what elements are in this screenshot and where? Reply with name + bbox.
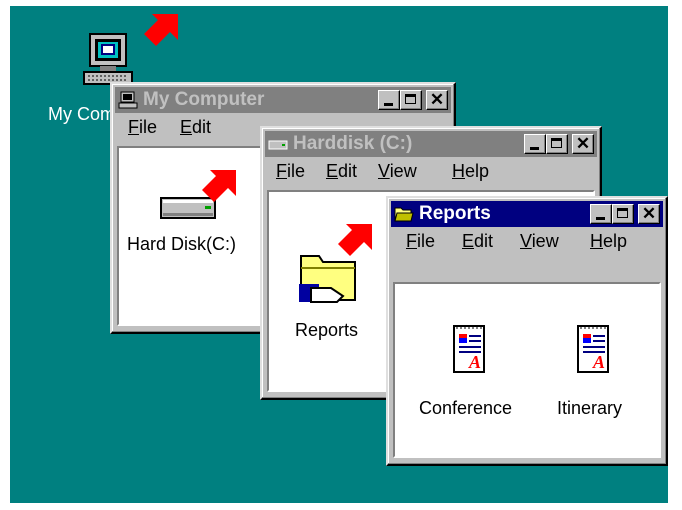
menu-edit[interactable]: Edit — [462, 231, 493, 252]
conference-label: Conference — [419, 398, 513, 418]
window-title: Reports — [419, 203, 491, 224]
itinerary-label: Itinerary — [557, 398, 623, 418]
pointer-arrow-icon — [202, 170, 236, 202]
reports-content: A Conference A Itinerary — [393, 282, 661, 458]
svg-text:A: A — [592, 352, 605, 372]
menu-help[interactable]: Help — [590, 231, 627, 252]
desktop: My Computer My Computer ✕ File Edit Hard… — [10, 6, 668, 503]
window-title: Harddisk (C:) — [293, 133, 413, 154]
menu-file[interactable]: File — [276, 161, 305, 182]
menu-file[interactable]: File — [128, 117, 157, 138]
minimize-button[interactable] — [524, 134, 546, 154]
window-title: My Computer — [143, 89, 265, 110]
hard-disk-item[interactable]: Hard Disk(C:) — [121, 168, 261, 268]
menubar: File Edit View Help — [266, 161, 596, 187]
harddisk-titlebar[interactable]: Harddisk (C:) ✕ — [265, 131, 597, 157]
menu-file[interactable]: File — [406, 231, 435, 252]
reports-titlebar[interactable]: Reports ✕ — [391, 201, 663, 227]
pointer-arrow-icon — [144, 14, 178, 46]
my-computer-titlebar[interactable]: My Computer ✕ — [115, 87, 451, 113]
computer-icon — [83, 33, 133, 85]
close-button[interactable]: ✕ — [426, 90, 448, 110]
svg-text:A: A — [468, 352, 481, 372]
close-button[interactable]: ✕ — [638, 204, 660, 224]
maximize-button[interactable] — [612, 204, 634, 224]
minimize-button[interactable] — [590, 204, 612, 224]
minimize-button[interactable] — [378, 90, 400, 110]
menu-help[interactable]: Help — [452, 161, 489, 182]
open-folder-icon — [394, 207, 414, 222]
drive-icon — [268, 140, 288, 150]
pointer-arrow-icon — [338, 224, 372, 256]
menu-edit[interactable]: Edit — [180, 117, 211, 138]
reports-window[interactable]: Reports ✕ File Edit View Help A Conferen… — [386, 196, 668, 466]
conference-document-item[interactable]: A Conference — [409, 312, 529, 432]
document-icon: A — [453, 325, 485, 373]
close-button[interactable]: ✕ — [572, 134, 594, 154]
computer-icon — [118, 91, 138, 109]
maximize-button[interactable] — [400, 90, 422, 110]
menu-view[interactable]: View — [520, 231, 559, 252]
reports-folder-label: Reports — [295, 320, 359, 340]
menubar: File Edit View Help — [392, 231, 662, 257]
hard-disk-label: Hard Disk(C:) — [127, 234, 237, 254]
document-icon: A — [577, 325, 609, 373]
menu-view[interactable]: View — [378, 161, 417, 182]
maximize-button[interactable] — [546, 134, 568, 154]
itinerary-document-item[interactable]: A Itinerary — [545, 312, 645, 432]
menu-edit[interactable]: Edit — [326, 161, 357, 182]
